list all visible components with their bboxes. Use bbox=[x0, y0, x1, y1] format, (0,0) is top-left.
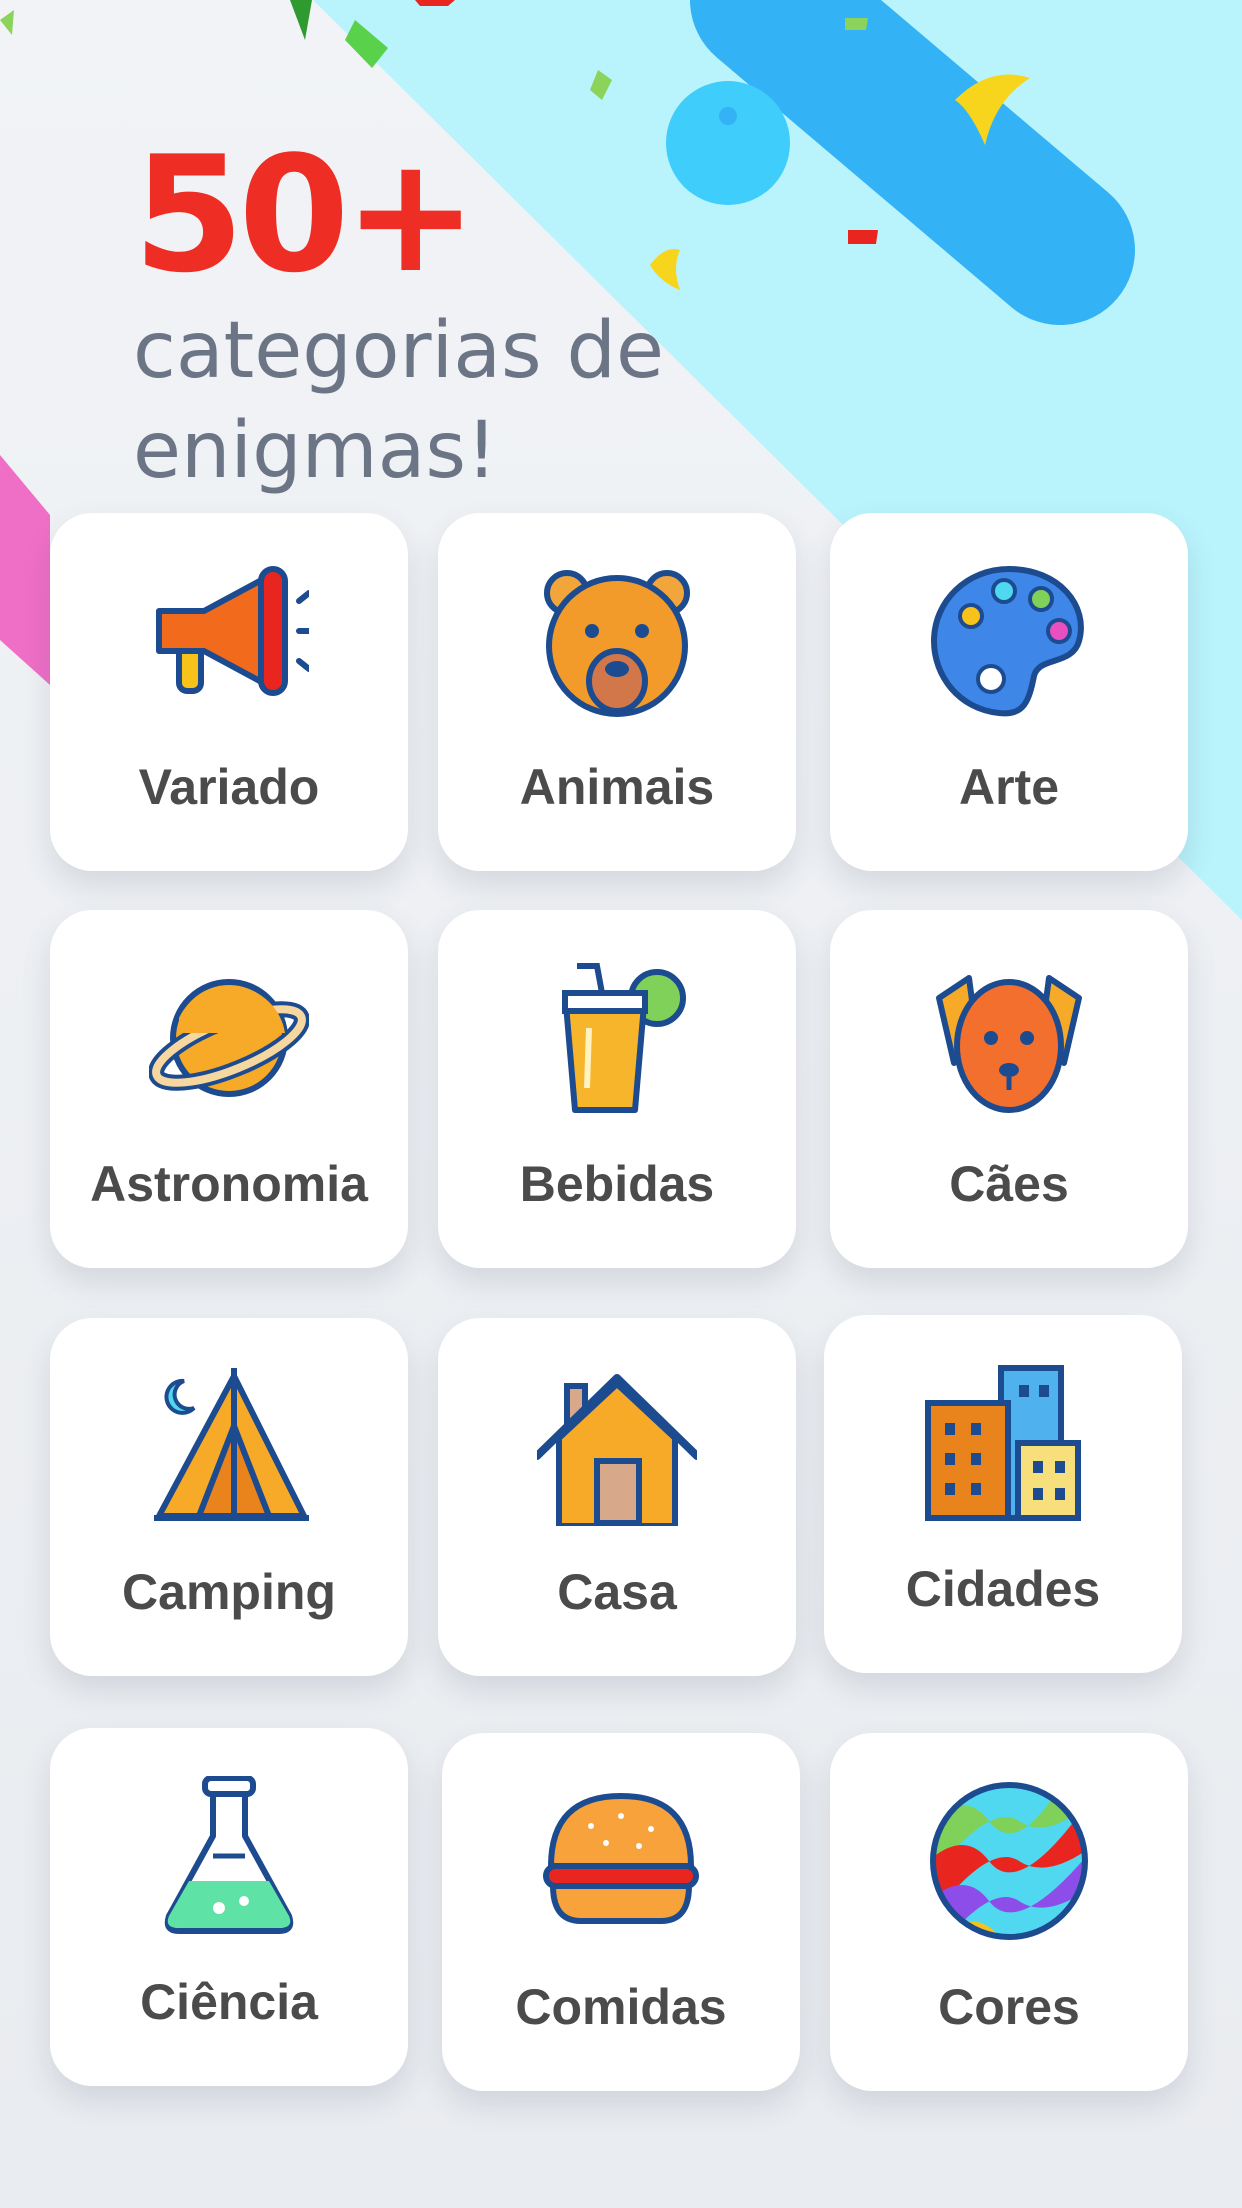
colorful-ball-icon bbox=[929, 1781, 1089, 1941]
category-card-variado[interactable]: Variado bbox=[50, 513, 408, 871]
category-card-comidas[interactable]: Comidas bbox=[442, 1733, 800, 2091]
category-label: Astronomia bbox=[90, 1156, 368, 1212]
flask-icon bbox=[149, 1776, 309, 1936]
category-card-cores[interactable]: Cores bbox=[830, 1733, 1188, 2091]
category-card-astronomia[interactable]: Astronomia bbox=[50, 910, 408, 1268]
category-card-cidades[interactable]: Cidades bbox=[824, 1315, 1182, 1673]
category-card-animais[interactable]: Animais bbox=[438, 513, 796, 871]
category-card-ciencia[interactable]: Ciência bbox=[50, 1728, 408, 2086]
category-label: Cidades bbox=[905, 1561, 1101, 1617]
category-label: Variado bbox=[138, 759, 320, 815]
planet-icon bbox=[149, 958, 309, 1118]
dog-icon bbox=[929, 958, 1089, 1118]
category-label: Cores bbox=[938, 1979, 1080, 2035]
house-icon bbox=[537, 1366, 697, 1526]
palette-icon bbox=[929, 561, 1089, 721]
category-label: Animais bbox=[519, 759, 715, 815]
category-card-caes[interactable]: Cães bbox=[830, 910, 1188, 1268]
buildings-icon bbox=[923, 1363, 1083, 1523]
category-label: Arte bbox=[958, 759, 1060, 815]
category-label: Bebidas bbox=[519, 1156, 715, 1212]
megaphone-icon bbox=[149, 561, 309, 721]
category-count: 50+ bbox=[133, 121, 478, 308]
category-label: Comidas bbox=[515, 1979, 727, 2035]
category-label: Ciência bbox=[140, 1974, 318, 2030]
category-card-bebidas[interactable]: Bebidas bbox=[438, 910, 796, 1268]
headline: 50+ categorias de enigmas! bbox=[133, 135, 753, 501]
category-label: Cães bbox=[949, 1156, 1069, 1212]
category-card-arte[interactable]: Arte bbox=[830, 513, 1188, 871]
tent-icon bbox=[149, 1366, 309, 1526]
category-card-camping[interactable]: Camping bbox=[50, 1318, 408, 1676]
category-card-casa[interactable]: Casa bbox=[438, 1318, 796, 1676]
headline-subtitle: categorias de enigmas! bbox=[133, 306, 664, 496]
bear-icon bbox=[537, 561, 697, 721]
drink-icon bbox=[537, 958, 697, 1118]
category-label: Camping bbox=[122, 1564, 336, 1620]
burger-icon bbox=[541, 1781, 701, 1941]
category-label: Casa bbox=[557, 1564, 677, 1620]
